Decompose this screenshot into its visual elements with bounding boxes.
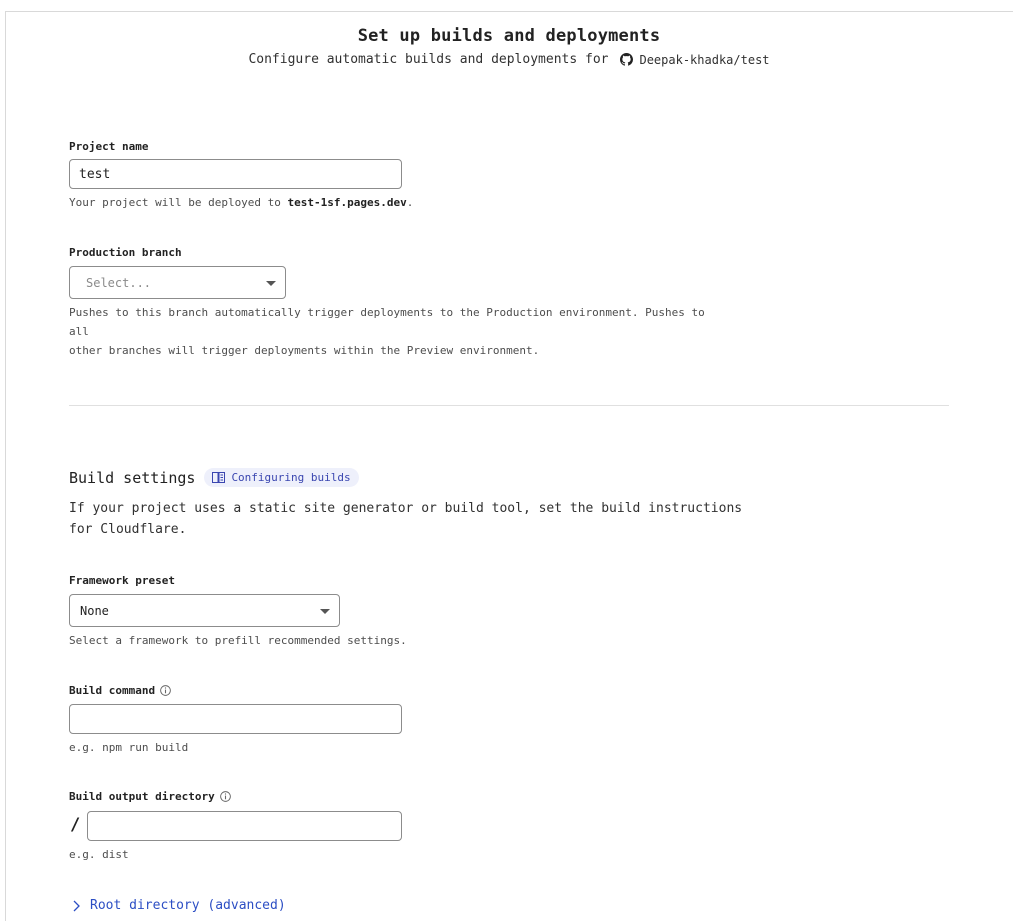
root-directory-label: Root directory (advanced)	[90, 898, 286, 913]
build-output-input[interactable]	[87, 811, 402, 841]
production-branch-placeholder: Select...	[86, 275, 152, 290]
framework-preset-label: Framework preset	[69, 574, 175, 587]
subtitle-text: Configure automatic builds and deploymen…	[248, 52, 609, 67]
build-output-label: Build output directory	[69, 790, 231, 803]
build-command-help: e.g. npm run build	[69, 741, 189, 754]
framework-preset-help: Select a framework to prefill recommende…	[69, 634, 407, 647]
page-header: Set up builds and deployments Configure …	[5, 26, 1013, 67]
framework-preset-value: None	[80, 603, 109, 618]
production-branch-help: Pushes to this branch automatically trig…	[69, 306, 705, 357]
build-command-input[interactable]	[69, 704, 402, 734]
repo-link: Deepak-khadka/test	[620, 52, 770, 67]
info-icon[interactable]	[160, 685, 171, 696]
build-settings-description: If your project uses a static site gener…	[69, 501, 743, 537]
build-command-label: Build command	[69, 684, 171, 697]
root-directory-toggle[interactable]: Root directory (advanced)	[73, 898, 286, 913]
chevron-down-icon	[266, 281, 276, 286]
page-frame	[5, 11, 1013, 921]
project-name-input[interactable]	[69, 159, 402, 189]
repo-name: Deepak-khadka/test	[639, 52, 770, 67]
project-name-help: Your project will be deployed to test-1s…	[69, 196, 414, 209]
configuring-builds-text: Configuring builds	[231, 471, 351, 484]
book-icon	[212, 472, 226, 483]
chevron-right-icon	[73, 900, 80, 911]
section-divider	[69, 405, 949, 406]
build-settings-header: Build settings Configuring builds	[69, 468, 359, 487]
build-output-help: e.g. dist	[69, 848, 129, 861]
deploy-domain: test-1sf.pages.dev	[287, 196, 407, 209]
build-settings-title: Build settings	[69, 468, 196, 487]
page-title: Set up builds and deployments	[357, 26, 661, 46]
output-dir-prefix: /	[70, 815, 81, 835]
info-icon[interactable]	[219, 791, 231, 802]
page-subtitle: Configure automatic builds and deploymen…	[5, 52, 1013, 67]
production-branch-select[interactable]: Select...	[69, 266, 286, 299]
framework-preset-select[interactable]: None	[69, 594, 340, 627]
configuring-builds-link[interactable]: Configuring builds	[204, 468, 359, 487]
chevron-down-icon	[320, 609, 330, 614]
project-name-label: Project name	[69, 140, 149, 153]
github-icon	[620, 53, 634, 66]
production-branch-label: Production branch	[69, 246, 182, 259]
